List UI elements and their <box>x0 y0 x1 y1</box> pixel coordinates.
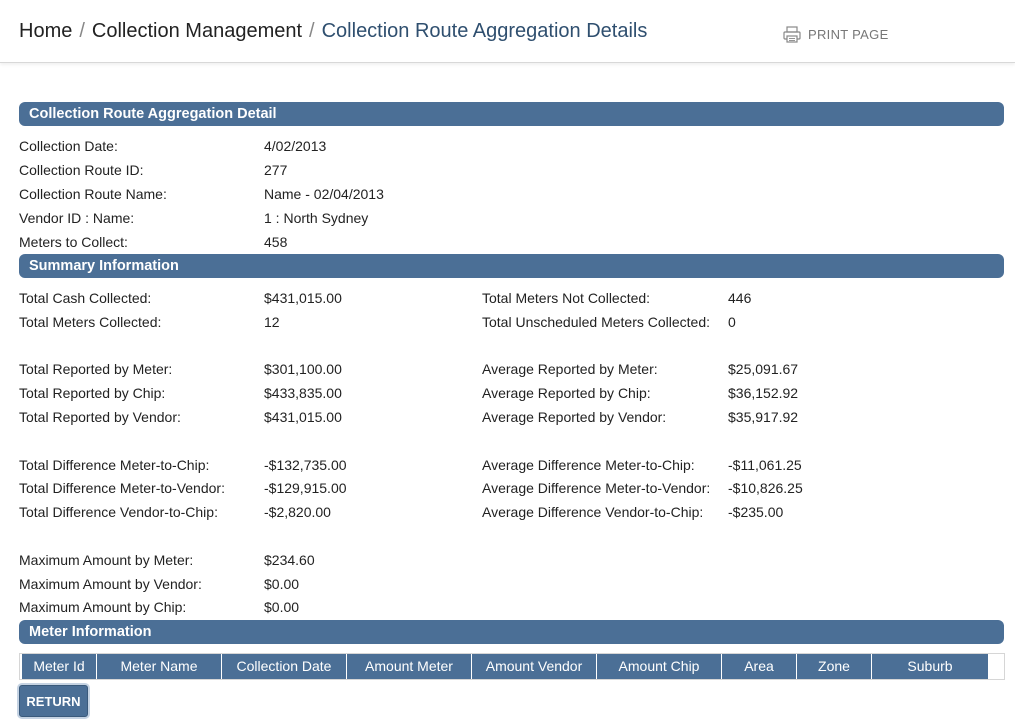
summary-value: $431,015.00 <box>264 290 342 306</box>
column-header-suburb[interactable]: Suburb <box>872 654 988 679</box>
detail-value: 4/02/2013 <box>264 138 327 154</box>
summary-value: -$235.00 <box>728 504 784 520</box>
summary-label: Maximum Amount by Vendor: <box>19 576 202 592</box>
column-header-amount-meter[interactable]: Amount Meter <box>347 654 472 679</box>
summary-label: Total Reported by Chip: <box>19 385 166 401</box>
summary-label: Average Reported by Meter: <box>482 361 658 377</box>
print-page-button[interactable]: PRINT PAGE <box>783 26 889 43</box>
detail-label: Vendor ID : Name: <box>19 210 135 226</box>
return-button[interactable]: RETURN <box>19 685 88 717</box>
summary-value: 446 <box>728 290 752 306</box>
summary-label: Total Unscheduled Meters Collected: <box>482 314 711 330</box>
column-header-area[interactable]: Area <box>722 654 797 679</box>
summary-label: Total Difference Meter-to-Chip: <box>19 457 210 473</box>
column-header-amount-vendor[interactable]: Amount Vendor <box>472 654 597 679</box>
summary-value: -$132,735.00 <box>264 457 347 473</box>
column-header-meter-id[interactable]: Meter Id <box>22 654 97 679</box>
top-header: Home / Collection Management / Collection Ro… <box>0 0 1015 63</box>
column-header-meter-name[interactable]: Meter Name <box>97 654 222 679</box>
summary-value: -$2,820.00 <box>264 504 331 520</box>
summary-label: Total Meters Not Collected: <box>482 290 651 306</box>
summary-value: $431,015.00 <box>264 409 342 425</box>
print-page-label: PRINT PAGE <box>808 27 889 42</box>
breadcrumb-separator: / <box>309 20 315 42</box>
printer-icon <box>783 26 801 43</box>
column-header-collection-date[interactable]: Collection Date <box>222 654 347 679</box>
meter-table: Meter Id Meter Name Collection Date Amou… <box>19 653 1005 680</box>
detail-label: Collection Date: <box>19 138 118 154</box>
breadcrumb-collection-management-link[interactable]: Collection Management <box>92 20 302 42</box>
summary-label: Average Reported by Chip: <box>482 385 651 401</box>
summary-value: $234.60 <box>264 552 315 568</box>
summary-label: Total Reported by Vendor: <box>19 409 181 425</box>
summary-value: $0.00 <box>264 599 300 615</box>
summary-label: Average Difference Vendor-to-Chip: <box>482 504 704 520</box>
column-header-amount-chip[interactable]: Amount Chip <box>597 654 722 679</box>
summary-label: Average Difference Meter-to-Chip: <box>482 457 695 473</box>
summary-label: Average Difference Meter-to-Vendor: <box>482 480 711 496</box>
detail-value: 1 : North Sydney <box>264 210 369 226</box>
detail-section-header: Collection Route Aggregation Detail <box>19 102 1004 126</box>
meter-info-section-header: Meter Information <box>19 620 1004 644</box>
summary-label: Average Reported by Vendor: <box>482 409 667 425</box>
summary-label: Total Cash Collected: <box>19 290 152 306</box>
detail-label: Meters to Collect: <box>19 234 128 250</box>
summary-value: $301,100.00 <box>264 361 342 377</box>
breadcrumb-separator: / <box>79 20 85 42</box>
summary-value: $35,917.92 <box>728 409 799 425</box>
summary-value: -$11,061.25 <box>728 457 802 473</box>
summary-value: $25,091.67 <box>728 361 799 377</box>
summary-value: $36,152.92 <box>728 385 799 401</box>
detail-value: 277 <box>264 162 288 178</box>
column-header-zone[interactable]: Zone <box>797 654 872 679</box>
summary-value: 0 <box>728 314 736 330</box>
breadcrumb-current-page: Collection Route Aggregation Details <box>321 20 648 42</box>
summary-label: Total Meters Collected: <box>19 314 162 330</box>
breadcrumb-home-link[interactable]: Home <box>19 20 72 42</box>
detail-label: Collection Route Name: <box>19 186 167 202</box>
summary-label: Total Difference Meter-to-Vendor: <box>19 480 225 496</box>
summary-value: $0.00 <box>264 576 300 592</box>
summary-value: -$129,915.00 <box>264 480 347 496</box>
summary-label: Maximum Amount by Chip: <box>19 599 187 615</box>
breadcrumb: Home / Collection Management / Collection Ro… <box>19 20 647 43</box>
meter-table-header: Meter Id Meter Name Collection Date Amou… <box>22 654 988 679</box>
summary-section-header: Summary Information <box>19 254 1004 278</box>
detail-value: Name - 02/04/2013 <box>264 186 384 202</box>
summary-label: Maximum Amount by Meter: <box>19 552 194 568</box>
summary-value: -$10,826.25 <box>728 480 803 496</box>
summary-value: $433,835.00 <box>264 385 342 401</box>
summary-label: Total Difference Vendor-to-Chip: <box>19 504 218 520</box>
summary-label: Total Reported by Meter: <box>19 361 173 377</box>
detail-label: Collection Route ID: <box>19 162 144 178</box>
summary-value: 12 <box>264 314 280 330</box>
detail-value: 458 <box>264 234 288 250</box>
